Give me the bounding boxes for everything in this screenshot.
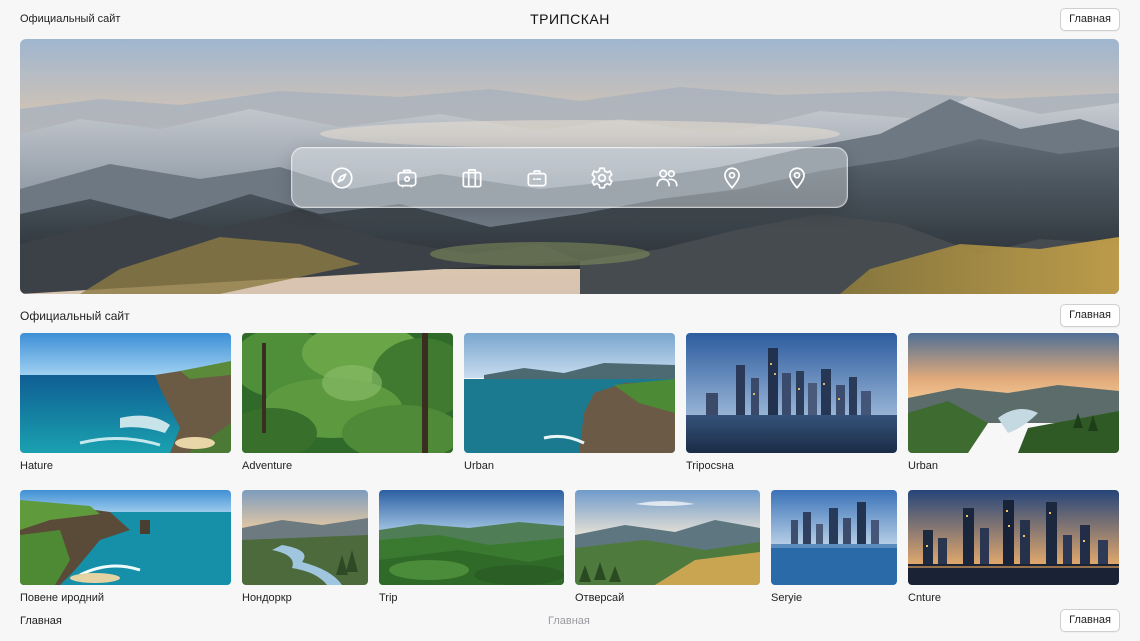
destination-image [379, 490, 564, 585]
destination-image [686, 333, 897, 453]
destination-card[interactable]: Hature [20, 333, 231, 472]
hero-banner [20, 39, 1119, 294]
destination-image [464, 333, 675, 453]
destination-card[interactable]: Tripocsна [686, 333, 897, 472]
destination-card[interactable]: Cnture [908, 490, 1119, 604]
destination-card[interactable]: Отверсай [575, 490, 760, 604]
section-title: Официальный сайт [20, 309, 130, 323]
destination-image [20, 490, 231, 585]
destination-card[interactable]: Urban [908, 333, 1119, 472]
map-pin-icon[interactable] [777, 158, 817, 198]
destination-label: Adventure [242, 460, 293, 472]
category-icon-bar [291, 147, 848, 208]
destination-card[interactable]: Urban [464, 333, 675, 472]
home-button[interactable]: Главная [1060, 8, 1120, 31]
destination-label: Trip [379, 592, 398, 604]
destination-image [771, 490, 897, 585]
destination-card[interactable]: Adventure [242, 333, 453, 472]
destination-card[interactable]: Нондоркр [242, 490, 368, 604]
destination-image [242, 490, 368, 585]
destination-image [908, 333, 1119, 453]
destination-label: Urban [908, 460, 938, 472]
destination-image [20, 333, 231, 453]
top-bar: Официальный сайт ТРИПСКАН Главная [0, 0, 1140, 38]
footer-home-text: Главная [548, 615, 590, 627]
gear-icon[interactable] [582, 158, 622, 198]
destination-card[interactable]: Trip [379, 490, 564, 604]
destination-label: Cnture [908, 592, 942, 604]
destination-label: Urban [464, 460, 494, 472]
site-brand-title: ТРИПСКАН [530, 11, 610, 27]
briefcase-icon[interactable] [517, 158, 557, 198]
users-icon[interactable] [647, 158, 687, 198]
destination-label: Отверсай [575, 592, 625, 604]
compass-icon[interactable] [322, 158, 362, 198]
destination-label: Повене иродний [20, 592, 105, 604]
destination-card[interactable]: Повене иродний [20, 490, 231, 604]
destination-label: Hature [20, 460, 54, 472]
footer-home-link[interactable]: Главная [20, 615, 62, 627]
suitcase-icon[interactable] [452, 158, 492, 198]
destination-label: Seryie [771, 592, 803, 604]
destination-label: Tripocsна [686, 460, 734, 472]
destination-image [575, 490, 760, 585]
section-home-button[interactable]: Главная [1060, 304, 1120, 327]
map-pin-icon[interactable] [712, 158, 752, 198]
destination-image [908, 490, 1119, 585]
destination-image [242, 333, 453, 453]
destination-card[interactable]: Seryie [771, 490, 897, 604]
footer-home-button[interactable]: Главная [1060, 609, 1120, 632]
luggage-icon[interactable] [387, 158, 427, 198]
destination-label: Нондоркр [242, 592, 292, 604]
